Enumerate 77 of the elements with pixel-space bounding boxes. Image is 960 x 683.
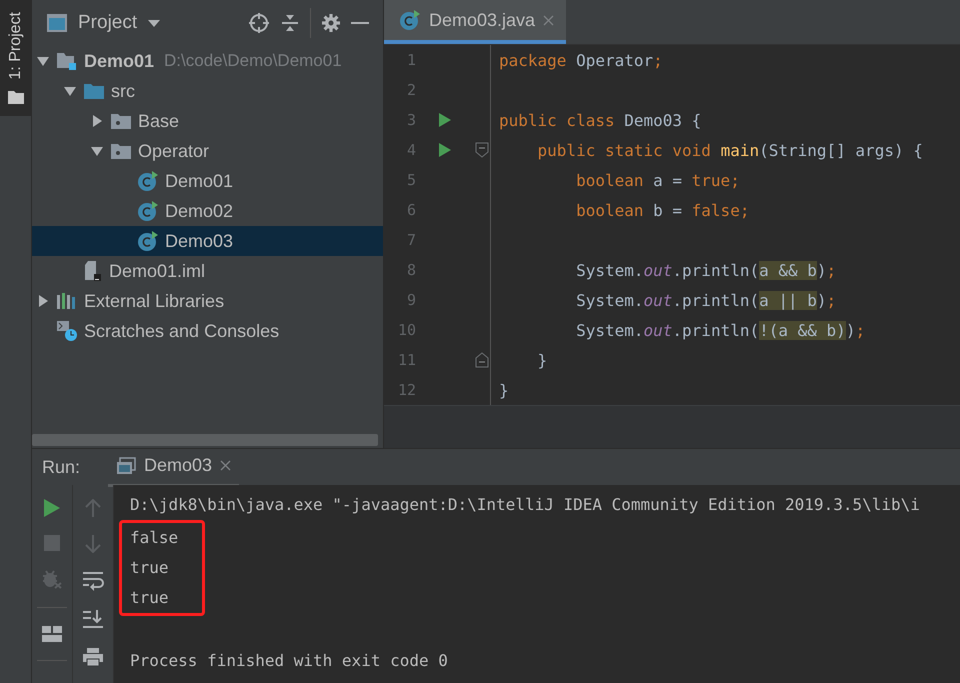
code-line: }: [536, 350, 548, 370]
module-folder-icon: [56, 51, 78, 71]
collapsed-arrow-icon[interactable]: [90, 114, 104, 128]
code-line: public static void main(String[] args) {: [536, 140, 923, 160]
print-icon[interactable]: [82, 647, 104, 667]
settings-icon[interactable]: [321, 13, 341, 33]
side-tab[interactable]: 1: Project: [0, 0, 31, 116]
line-number: 4: [406, 141, 416, 159]
line-number: 7: [406, 231, 416, 249]
scrollbar-thumb[interactable]: [32, 434, 378, 446]
line-number: 6: [406, 201, 416, 219]
panel-title[interactable]: Project: [78, 12, 138, 34]
package-folder-icon: [110, 142, 132, 160]
line-number: 10: [396, 321, 416, 339]
scroll-to-end-icon[interactable]: [82, 609, 104, 629]
code-line: System.out.println(!(a && b));: [575, 320, 866, 340]
folder-icon: [83, 82, 105, 100]
class-icon: [137, 170, 159, 192]
code-line: boolean b = false;: [575, 200, 750, 220]
tree-item[interactable]: Demo01.iml: [32, 256, 383, 286]
run-icon[interactable]: [439, 143, 451, 157]
collapse-all-icon[interactable]: [280, 13, 300, 33]
line-number: 1: [406, 51, 416, 69]
layout-icon[interactable]: [42, 626, 62, 642]
package-folder-icon: [110, 112, 132, 130]
line-number: 11: [396, 351, 416, 369]
editor-tab[interactable]: Demo03.java: [384, 0, 566, 44]
code-line: }: [499, 380, 509, 400]
code-line: public class Demo03 {: [499, 110, 702, 130]
console-line: false: [130, 527, 180, 549]
expanded-arrow-icon[interactable]: [63, 84, 77, 98]
expanded-arrow-icon[interactable]: [90, 144, 104, 158]
console-line: true: [130, 557, 170, 579]
scratches-icon: [56, 320, 78, 342]
fold-icon[interactable]: [475, 352, 489, 368]
tree-item[interactable]: Demo01 D:\code\Demo\Demo01: [32, 46, 383, 76]
code-line: package Operator;: [499, 50, 663, 70]
minimize-icon[interactable]: [351, 21, 369, 25]
class-icon: [137, 200, 159, 222]
line-number: 3: [406, 111, 416, 129]
class-icon: [399, 9, 421, 31]
code-line: System.out.println(a && b);: [575, 260, 836, 280]
file-icon: [83, 260, 103, 282]
console-line: true: [130, 587, 170, 609]
code-line: boolean a = true;: [575, 170, 740, 190]
tree-item[interactable]: Scratches and Consoles: [32, 316, 383, 346]
line-number: 5: [406, 171, 416, 189]
tree-item[interactable]: Operator: [32, 136, 383, 166]
tree-item[interactable]: Demo03: [32, 226, 383, 256]
collapsed-arrow-icon[interactable]: [36, 294, 50, 308]
expanded-arrow-icon[interactable]: [36, 54, 50, 68]
tree-item[interactable]: Demo02: [32, 196, 383, 226]
panel-title: Run:: [42, 456, 80, 478]
window-icon: [46, 13, 68, 33]
tree-item[interactable]: Base: [32, 106, 383, 136]
libraries-icon: [56, 292, 78, 310]
line-number: 2: [406, 81, 416, 99]
line-number: 9: [406, 291, 416, 309]
line-number: 8: [406, 261, 416, 279]
fold-icon[interactable]: [475, 142, 489, 158]
code-line: System.out.println(a || b);: [575, 290, 836, 310]
dropdown-caret-icon[interactable]: [147, 18, 162, 28]
class-icon: [137, 230, 159, 252]
console-line: D:\jdk8\bin\java.exe "-javaagent:D:\IntelliJ IDEA Community Edition 2019.3.5\lib\i: [130, 494, 921, 516]
path-hint: D:\code\Demo\Demo01: [164, 51, 342, 71]
wrap-icon[interactable]: [82, 571, 104, 591]
tree-item[interactable]: Demo01: [32, 166, 383, 196]
close-icon[interactable]: [220, 460, 232, 471]
locate-icon[interactable]: [248, 12, 270, 34]
run-icon[interactable]: [44, 499, 60, 517]
console-icon: [116, 456, 136, 474]
tree-item[interactable]: External Libraries: [32, 286, 383, 316]
tree-item[interactable]: src: [32, 76, 383, 106]
folder-icon: [8, 90, 24, 104]
run-icon[interactable]: [439, 113, 451, 127]
line-number: 12: [396, 381, 416, 399]
console-line: Process finished with exit code 0: [130, 650, 449, 672]
